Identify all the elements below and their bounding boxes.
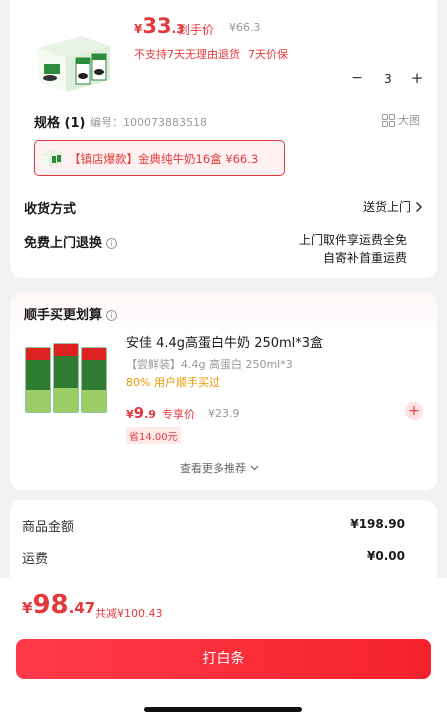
- free-return-line2: 自寄补首重运费: [322, 251, 407, 265]
- price-decimal: .9: [144, 408, 156, 421]
- goods-amount-value: ¥198.90: [350, 517, 405, 531]
- more-recommend-button[interactable]: 查看更多推荐: [180, 460, 259, 476]
- spec-thumbnail: [40, 150, 62, 167]
- currency-symbol: ¥: [22, 599, 33, 617]
- pay-button[interactable]: 打白条: [16, 639, 431, 679]
- chevron-down-icon: [250, 465, 259, 471]
- delivery-value: 送货上门: [362, 200, 411, 214]
- total-integer: 98: [32, 590, 69, 620]
- product-image[interactable]: [32, 26, 116, 98]
- recommend-original-price: ¥23.9: [208, 407, 240, 420]
- quantity-input[interactable]: 3: [370, 68, 406, 90]
- free-return-label: 免费上门退换 i: [24, 232, 118, 251]
- product-code: 编号：100073883518: [90, 116, 207, 129]
- recommend-item-subtitle: 【尝鲜装】4.4g 高蛋白 250ml*3: [126, 358, 293, 371]
- total-decimal: .47: [68, 599, 96, 617]
- to-hand-label: 到手价: [178, 23, 215, 37]
- shipping-label: 运费: [22, 552, 49, 567]
- currency-symbol: ¥: [126, 408, 134, 421]
- recommend-title-text: 顺手买更划算: [24, 308, 103, 323]
- free-return-line1: 上门取件享运费全免: [298, 233, 407, 247]
- total-price: ¥98.47: [22, 590, 95, 620]
- quantity-minus-button[interactable]: −: [350, 70, 364, 86]
- big-image-button[interactable]: 大图: [382, 112, 420, 128]
- discount-text: 共减¥100.43: [95, 607, 163, 620]
- product-price: ¥33.3: [134, 14, 185, 38]
- delivery-selector[interactable]: 送货上门: [363, 198, 423, 215]
- spec-label: 规格 (1): [34, 116, 86, 131]
- info-icon[interactable]: i: [106, 238, 118, 249]
- recommend-item-price: ¥9.9: [126, 404, 156, 422]
- free-return-text: 免费上门退换: [24, 236, 103, 251]
- goods-amount-label: 商品金额: [22, 520, 75, 535]
- quantity-plus-button[interactable]: +: [410, 69, 424, 87]
- summary-card: [10, 500, 437, 590]
- service-notes: 不支持7天无理由退货 7天价保: [134, 46, 288, 62]
- grid-icon: [382, 113, 395, 127]
- recommend-item-bought: 80% 用户顺手买过: [126, 376, 220, 389]
- checkout-bar: ¥98.47 共减¥100.43 打白条: [0, 578, 447, 720]
- no-return-note: 不支持7天无理由退货: [134, 48, 240, 61]
- shipping-value: ¥0.00: [367, 549, 405, 563]
- price-integer: 9: [133, 404, 145, 422]
- savings-badge: 省14.00元: [126, 427, 181, 444]
- add-recommend-button[interactable]: +: [405, 402, 423, 420]
- recommend-title: 顺手买更划算 i: [24, 304, 118, 323]
- product-card: ¥33.3 到手价 ¥66.3 不支持7天无理由退货 7天价保 − 3 + 规格 …: [10, 0, 437, 278]
- spec-option-chip[interactable]: 【镇店爆款】金典纯牛奶16盒 ¥66.3: [34, 140, 285, 176]
- exclusive-price-tag: 专享价: [162, 408, 195, 421]
- recommend-product-image[interactable]: [24, 342, 108, 418]
- price-integer: 33: [142, 14, 172, 38]
- spec-option-text: 【镇店爆款】金典纯牛奶16盒 ¥66.3: [69, 152, 259, 166]
- price-protect-note: 7天价保: [248, 48, 288, 61]
- recommend-item-title[interactable]: 安佳 4.4g高蛋白牛奶 250ml*3盒: [126, 332, 323, 351]
- free-return-value: 上门取件享运费全免 自寄补首重运费: [299, 231, 407, 267]
- home-indicator: [144, 707, 302, 712]
- delivery-label: 收货方式: [24, 202, 77, 217]
- info-icon[interactable]: i: [106, 310, 118, 321]
- chevron-right-icon: [415, 201, 423, 212]
- big-image-label: 大图: [398, 114, 420, 127]
- more-recommend-label: 查看更多推荐: [180, 462, 246, 475]
- original-price: ¥66.3: [229, 21, 261, 34]
